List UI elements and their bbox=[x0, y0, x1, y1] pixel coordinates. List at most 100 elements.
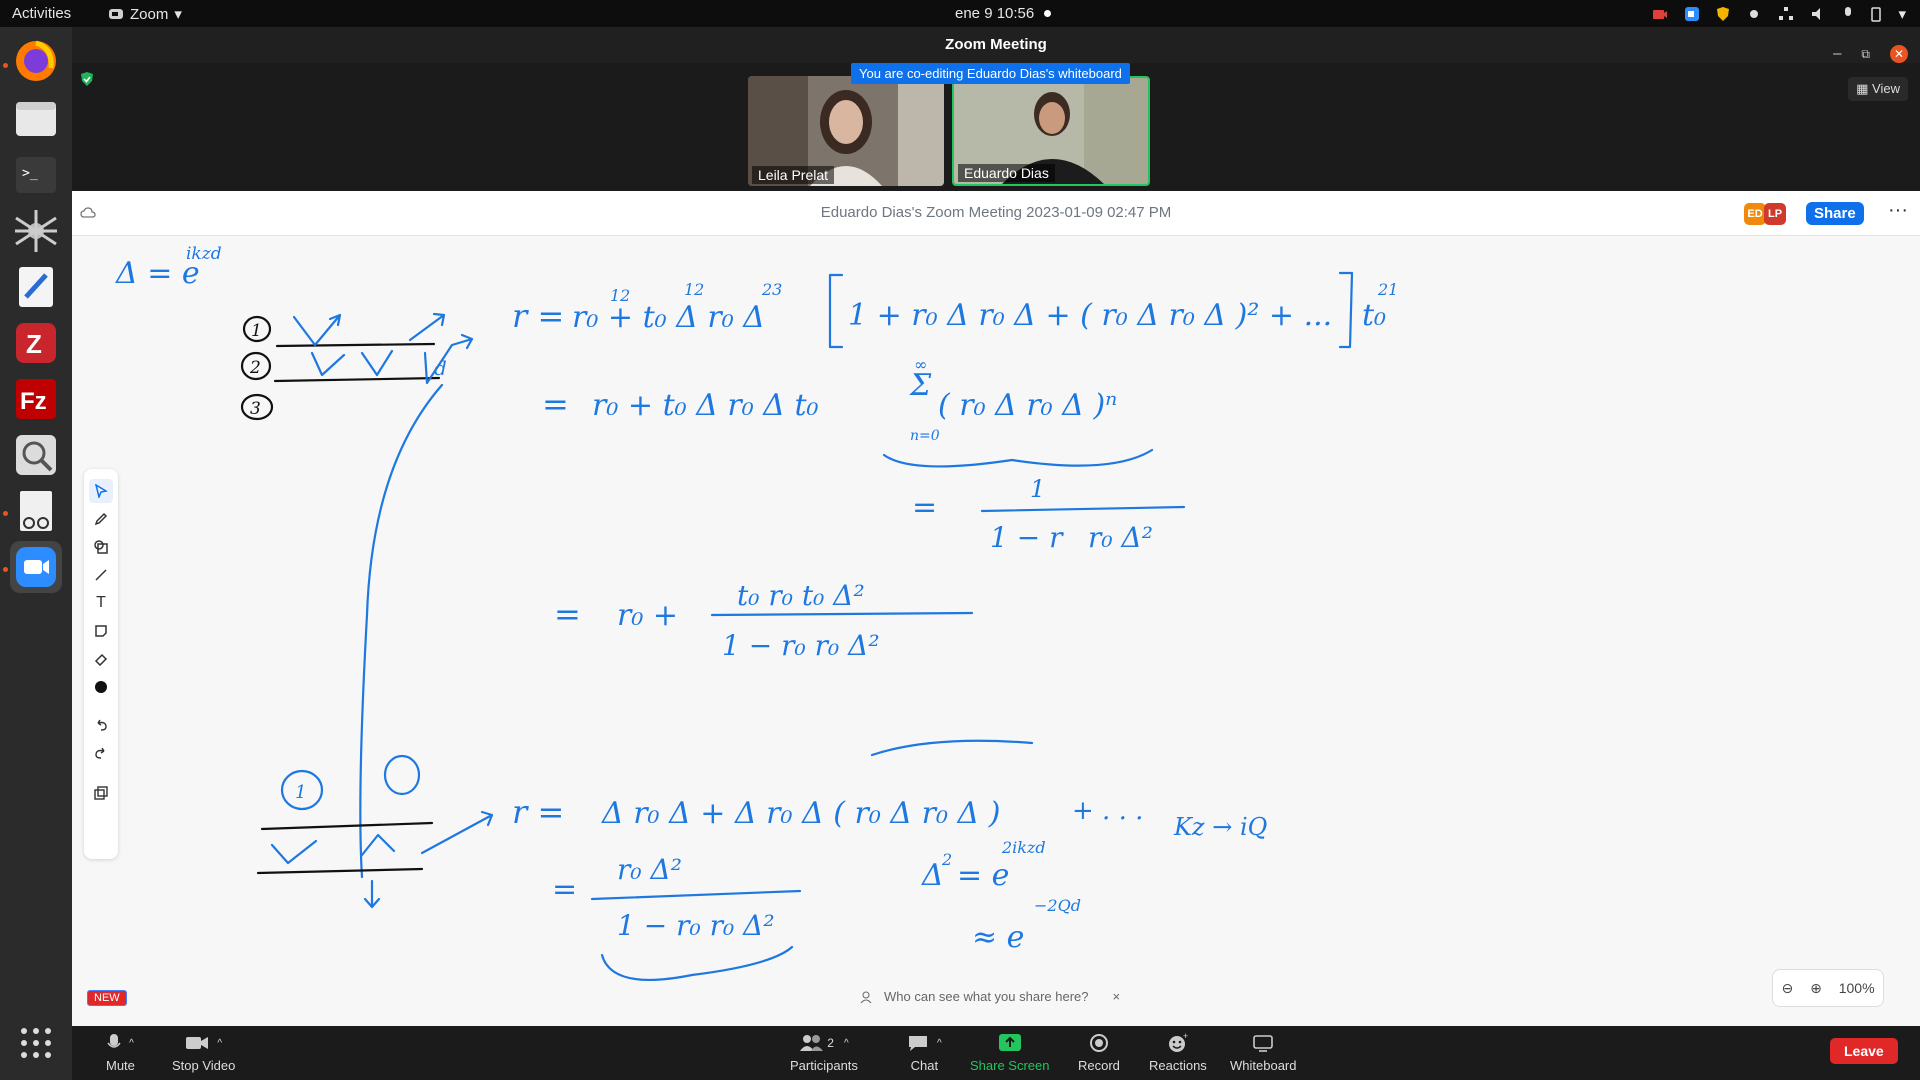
ink-line1-body: r₀ + t₀ Δ r₀ Δ bbox=[572, 300, 765, 335]
ink-connecting-arrow bbox=[359, 383, 444, 879]
app-menu[interactable]: Zoom ▾ bbox=[108, 5, 182, 23]
collaborator-avatars[interactable]: ED LP bbox=[1744, 203, 1786, 225]
line-tool-icon[interactable] bbox=[89, 563, 113, 587]
dock-filezilla-icon[interactable]: Fz bbox=[10, 373, 62, 425]
sticky-note-tool-icon[interactable] bbox=[89, 619, 113, 643]
dock-zotero-icon[interactable]: Z bbox=[10, 317, 62, 369]
dock-document-viewer-icon[interactable] bbox=[10, 485, 62, 537]
whiteboard-title: Eduardo Dias's Zoom Meeting 2023-01-09 0… bbox=[820, 204, 1172, 221]
dock-search-icon[interactable] bbox=[10, 429, 62, 481]
dock-files-icon[interactable] bbox=[10, 92, 62, 144]
chat-button[interactable]: ^ Chat bbox=[907, 1032, 942, 1073]
dock-terminal-icon[interactable]: >_ bbox=[10, 149, 62, 201]
color-picker-icon[interactable] bbox=[89, 675, 113, 699]
power-menu-caret-icon: ▾ bbox=[1898, 6, 1906, 23]
video-tile-leila[interactable]: Leila Prelat bbox=[748, 76, 944, 186]
ink-line3-r: r₀ + bbox=[617, 598, 678, 633]
show-apps-grid-icon[interactable] bbox=[10, 1017, 62, 1069]
record-button[interactable]: Record bbox=[1078, 1032, 1120, 1073]
screen-record-icon bbox=[1653, 10, 1668, 19]
text-tool-icon[interactable]: T bbox=[89, 591, 113, 615]
mute-button[interactable]: ^ Mute bbox=[106, 1032, 135, 1073]
close-icon[interactable]: ✕ bbox=[1890, 45, 1908, 63]
zoom-in-icon[interactable]: ⊕ bbox=[1810, 980, 1822, 997]
ink-line3-den: 1 − r₀ r₀ Δ² bbox=[722, 629, 880, 662]
mute-caret-icon[interactable]: ^ bbox=[129, 1038, 134, 1049]
redo-icon[interactable] bbox=[89, 741, 113, 765]
more-options-icon[interactable]: ··· bbox=[1888, 199, 1908, 222]
dock-zoom-icon[interactable] bbox=[10, 541, 62, 593]
app-menu-label: Zoom bbox=[130, 5, 169, 23]
ink-line4-dots: + . . . bbox=[1072, 796, 1143, 826]
meeting-controls-bar: ^ Mute ^ Stop Video 2 ^ Participants ^ Ch… bbox=[72, 1026, 1920, 1080]
new-badge[interactable]: NEW bbox=[87, 990, 127, 1006]
participants-icon bbox=[800, 1035, 824, 1051]
zoom-app-icon bbox=[109, 9, 123, 19]
select-tool-icon[interactable] bbox=[89, 479, 113, 503]
ink-bracket-close bbox=[1338, 271, 1354, 349]
ink-interface-line-2 bbox=[273, 376, 441, 383]
view-label: View bbox=[1872, 81, 1900, 96]
ink-lower-arrow-out bbox=[420, 810, 494, 855]
ink-line3-eq: = bbox=[554, 595, 581, 633]
dock: >_ Z Fz bbox=[0, 27, 72, 1080]
whiteboard-button[interactable]: Whiteboard bbox=[1230, 1032, 1296, 1073]
undo-icon[interactable] bbox=[89, 713, 113, 737]
eraser-tool-icon[interactable] bbox=[89, 647, 113, 671]
chat-icon bbox=[909, 1036, 927, 1051]
stop-video-button[interactable]: ^ Stop Video bbox=[172, 1032, 235, 1073]
ink-line5-fraction-bar bbox=[590, 889, 802, 901]
participants-button[interactable]: 2 ^ Participants bbox=[790, 1032, 858, 1073]
shield-tray-icon bbox=[1717, 7, 1730, 21]
dock-spider-icon[interactable] bbox=[10, 205, 62, 257]
hint-close-icon[interactable]: × bbox=[1113, 989, 1121, 1004]
ink-sum-bottom: n=0 bbox=[910, 428, 940, 444]
view-button[interactable]: ▦ View bbox=[1848, 77, 1908, 101]
activities-button[interactable]: Activities bbox=[12, 5, 71, 22]
video-gallery: Leila Prelat Eduardo Dias You are co-edi… bbox=[72, 63, 1920, 191]
participants-count: 2 bbox=[827, 1036, 834, 1050]
record-label: Record bbox=[1078, 1058, 1120, 1073]
leave-button[interactable]: Leave bbox=[1830, 1038, 1898, 1064]
shapes-tool-icon[interactable] bbox=[89, 535, 113, 559]
dock-text-editor-icon[interactable] bbox=[10, 261, 62, 313]
ink-line1-t: t₀ bbox=[1362, 298, 1386, 333]
reactions-button[interactable]: + Reactions bbox=[1149, 1032, 1207, 1073]
ink-line1-lhs: r = bbox=[512, 297, 564, 335]
video-tile-eduardo[interactable]: Eduardo Dias bbox=[952, 76, 1150, 186]
clock[interactable]: ene 9 10:56 bbox=[955, 5, 1052, 22]
share-button[interactable]: Share bbox=[1806, 202, 1864, 225]
avatar-lp: LP bbox=[1764, 203, 1786, 225]
whiteboard-canvas[interactable]: Eduardo Dias's Zoom Meeting 2023-01-09 0… bbox=[72, 191, 1920, 1026]
ink-sup-12b: 12 bbox=[684, 280, 704, 299]
pen-tool-icon[interactable] bbox=[89, 507, 113, 531]
ink-line5-eq: = bbox=[552, 872, 577, 907]
ink-sum-term: ( r₀ Δ r₀ Δ )ⁿ bbox=[938, 388, 1117, 423]
ink-line3-num: t₀ r₀ t₀ Δ² bbox=[737, 579, 865, 612]
share-visibility-hint[interactable]: Who can see what you share here? × bbox=[860, 989, 1120, 1004]
participants-caret-icon[interactable]: ^ bbox=[844, 1038, 849, 1049]
security-shield-icon[interactable] bbox=[80, 71, 94, 87]
ink-line4-overline bbox=[870, 739, 1034, 757]
ink-ray-bounce bbox=[310, 349, 394, 377]
ink-lower-interface-1 bbox=[260, 821, 434, 831]
ink-layer-1-label: 1 bbox=[251, 321, 262, 341]
share-screen-button[interactable]: Share Screen bbox=[970, 1032, 1050, 1073]
notification-dot bbox=[1044, 10, 1052, 17]
reactions-label: Reactions bbox=[1149, 1058, 1207, 1073]
ink-approx: ≈ e bbox=[972, 920, 1024, 955]
ink-delta-sq-pow: 2 bbox=[941, 850, 952, 869]
zoom-level[interactable]: 100% bbox=[1839, 980, 1875, 996]
ink-approx-exp: −2Qd bbox=[1034, 896, 1081, 915]
share-screen-label: Share Screen bbox=[970, 1058, 1050, 1073]
ink-geom-eq: = bbox=[912, 490, 937, 525]
dock-firefox-icon[interactable] bbox=[10, 35, 62, 87]
zoom-out-icon[interactable]: ⊖ bbox=[1781, 980, 1793, 997]
reactions-icon: + bbox=[1168, 1032, 1188, 1052]
chat-caret-icon[interactable]: ^ bbox=[937, 1038, 942, 1049]
duplicate-icon[interactable] bbox=[89, 781, 113, 805]
video-caret-icon[interactable]: ^ bbox=[217, 1038, 222, 1049]
system-top-bar: Activities Zoom ▾ ene 9 10:56 ▾ bbox=[0, 0, 1920, 27]
system-tray[interactable]: ▾ bbox=[1652, 5, 1906, 23]
ink-bracket-open bbox=[828, 273, 844, 349]
